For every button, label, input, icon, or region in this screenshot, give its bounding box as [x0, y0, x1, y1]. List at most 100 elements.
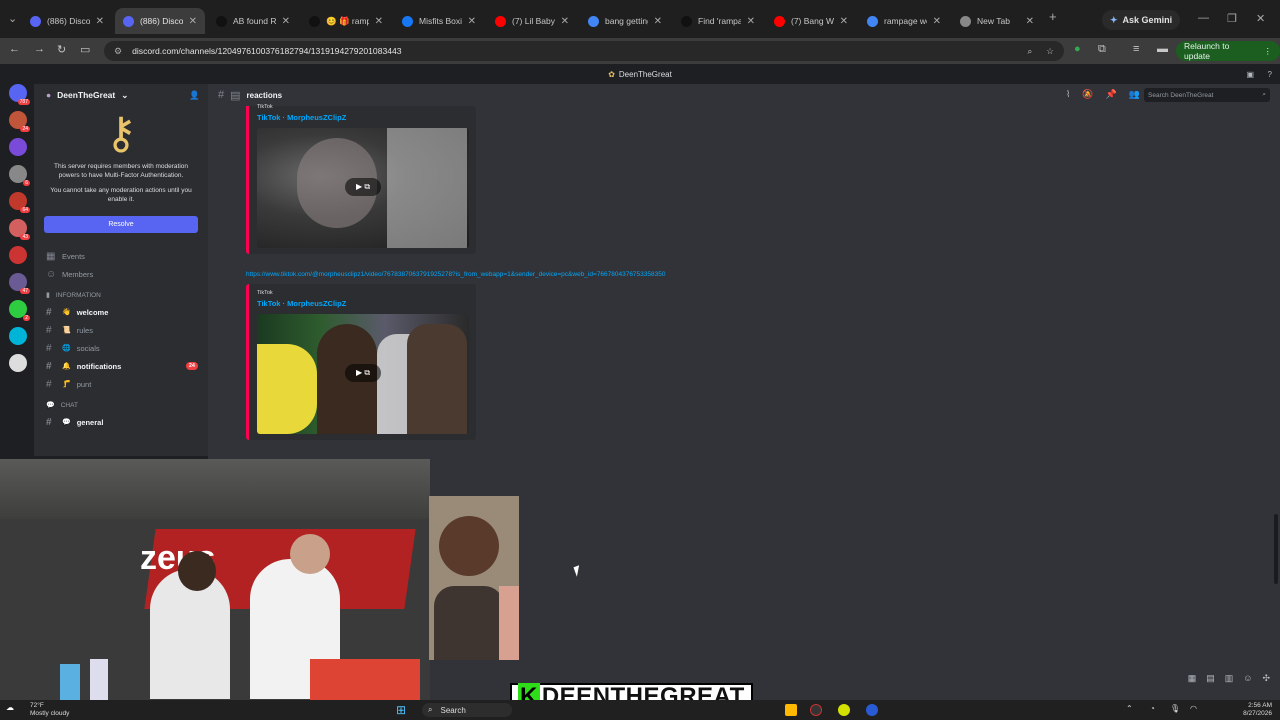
minimize-button[interactable]: — [1198, 12, 1209, 24]
tab-close-icon[interactable]: ✕ [189, 16, 197, 27]
pin-icon[interactable]: 📌 [1106, 89, 1117, 100]
side-panel-icon[interactable]: ▭ [80, 43, 90, 56]
browser-tab[interactable]: (886) Discord ✕ [22, 8, 112, 34]
sticker-icon[interactable]: ▥ [1225, 673, 1234, 684]
server-icon[interactable]: 787 [9, 84, 30, 105]
browser-tab[interactable]: (886) Discord ✕ [115, 8, 205, 34]
server-icon[interactable]: 43 [9, 219, 30, 240]
browser-tab[interactable]: New Tab ✕ [952, 8, 1042, 34]
gift-icon[interactable]: ▦ [1188, 673, 1197, 684]
tab-close-icon[interactable]: ✕ [1026, 16, 1034, 27]
tab-close-icon[interactable]: ✕ [654, 16, 662, 27]
emoji-icon[interactable]: ☺ [1243, 673, 1252, 684]
wifi-icon[interactable]: ◠ [1190, 704, 1197, 713]
server-icon[interactable] [9, 246, 27, 264]
back-icon[interactable]: ← [9, 43, 20, 55]
close-window-button[interactable]: ✕ [1256, 12, 1265, 25]
inbox-icon[interactable]: ▣ [1246, 70, 1254, 79]
server-icon[interactable]: 2 [9, 300, 30, 321]
play-icon[interactable]: ▶ ⧉ [345, 364, 381, 382]
channel-socials[interactable]: # 🌐 socials [34, 339, 208, 357]
channel-punt[interactable]: # 🦵 punt [34, 375, 208, 393]
category-chat[interactable]: 💬 CHAT [34, 397, 208, 413]
address-bar[interactable]: ⚙ discord.com/channels/12049761003761827… [104, 41, 1064, 61]
search-input[interactable]: Search DeenTheGreat ⌕ [1144, 88, 1270, 102]
embed-title-link[interactable]: TikTok · MorpheusZClipZ [257, 113, 468, 122]
browser-tab[interactable]: bang getting ✕ [580, 8, 670, 34]
server-icon[interactable] [9, 327, 27, 345]
extensions-puzzle-icon[interactable]: ⧉ [1098, 43, 1106, 56]
events-item[interactable]: ▦ Events [34, 247, 208, 265]
app-icon[interactable] [866, 704, 878, 716]
new-tab-button[interactable]: + [1049, 9, 1057, 24]
channel-general[interactable]: # 💬 general [34, 413, 208, 431]
tiktok-link[interactable]: https://www.tiktok.com/@morpheusclipz1/v… [246, 271, 665, 278]
weather-icon[interactable]: ☁ [6, 703, 26, 717]
message-scrollbar[interactable] [1274, 514, 1278, 584]
channel-notifications[interactable]: # 🔔 notifications 24 [34, 357, 208, 375]
tab-close-icon[interactable]: ✕ [96, 16, 104, 27]
resolve-button[interactable]: Resolve [44, 216, 198, 234]
gif-icon[interactable]: ▤ [1206, 673, 1215, 684]
apps-icon[interactable]: ✣ [1262, 673, 1270, 684]
zoom-icon[interactable]: ⌕ [1027, 46, 1032, 57]
file-explorer-icon[interactable] [785, 704, 797, 716]
network-icon[interactable]: ◔ [1150, 704, 1155, 713]
server-icon[interactable]: 6 [9, 165, 30, 186]
member-list-icon[interactable]: 👥 [1129, 89, 1140, 100]
browser-tab[interactable]: Misfits Boxin ✕ [394, 8, 484, 34]
weather-widget[interactable]: 72°F Mostly cloudy [30, 702, 69, 718]
server-icon[interactable]: 47 [9, 273, 30, 294]
video-thumbnail-1[interactable]: ▶ ⧉ [257, 128, 469, 248]
tab-close-icon[interactable]: ✕ [282, 16, 290, 27]
tab-close-icon[interactable]: ✕ [561, 16, 569, 27]
tab-close-icon[interactable]: ✕ [375, 16, 383, 27]
add-member-icon[interactable]: 👤 [189, 90, 200, 101]
tab-close-icon[interactable]: ✕ [468, 16, 476, 27]
channel-rules[interactable]: # 📜 rules [34, 321, 208, 339]
obs-icon[interactable] [810, 704, 822, 716]
site-info-icon[interactable]: ⚙ [114, 46, 122, 57]
browser-tab[interactable]: rampage we ✕ [859, 8, 949, 34]
tab-search-icon[interactable]: ⌄ [8, 12, 17, 25]
tray-chevron-icon[interactable]: ⌃ [1126, 704, 1133, 713]
maximize-button[interactable]: ❐ [1227, 12, 1237, 25]
channel-welcome[interactable]: # 👋 welcome [34, 303, 208, 321]
tab-close-icon[interactable]: ✕ [933, 16, 941, 27]
play-icon[interactable]: ▶ ⧉ [345, 178, 381, 196]
members-item[interactable]: ☺ Members [34, 265, 208, 283]
norton-icon[interactable] [838, 704, 850, 716]
taskbar-search[interactable]: ⌕ Search [422, 703, 512, 717]
media-icon[interactable]: ≡ [1133, 43, 1139, 55]
ask-gemini-button[interactable]: ✦ Ask Gemini [1102, 10, 1181, 30]
browser-tab[interactable]: (7) Bang Wi ✕ [766, 8, 856, 34]
category-information[interactable]: ▮ INFORMATION [34, 287, 208, 303]
browser-tab[interactable]: AB found Ra ✕ [208, 8, 298, 34]
browser-tab-strip: ⌄ (886) Discord✕(886) Discord✕AB found R… [0, 0, 1280, 40]
menu-dots-icon[interactable]: ⋮ [1264, 46, 1273, 57]
tab-close-icon[interactable]: ✕ [840, 16, 848, 27]
profile-icon[interactable]: ▬ [1157, 43, 1168, 55]
server-icon[interactable] [9, 354, 27, 372]
tab-close-icon[interactable]: ✕ [747, 16, 755, 27]
extension-icon[interactable]: ● [1074, 43, 1081, 55]
reload-icon[interactable]: ↻ [57, 43, 66, 56]
start-button[interactable]: ⊞ [396, 703, 406, 717]
server-icon[interactable]: 24 [9, 111, 30, 132]
bookmark-star-icon[interactable]: ☆ [1046, 46, 1054, 57]
mic-icon[interactable]: 🎙 [1170, 704, 1180, 713]
relaunch-button[interactable]: Relaunch to update ⋮ [1176, 41, 1280, 61]
browser-tab[interactable]: Find 'rampa ✕ [673, 8, 763, 34]
browser-tab[interactable]: 😊 🎁 rampa ✕ [301, 8, 391, 34]
threads-icon[interactable]: ⌇ [1066, 89, 1070, 100]
server-icon[interactable]: 64 [9, 192, 30, 213]
embed-title-link[interactable]: TikTok · MorpheusZClipZ [257, 299, 468, 308]
help-icon[interactable]: ? [1268, 70, 1272, 79]
mute-bell-icon[interactable]: 🔕 [1082, 89, 1093, 100]
video-thumbnail-2[interactable]: ▶ ⧉ [257, 314, 469, 434]
server-icon[interactable] [9, 138, 27, 156]
server-header[interactable]: ● DeenTheGreat ⌄ 👤 [34, 84, 208, 106]
forward-icon[interactable]: → [34, 43, 45, 55]
browser-tab[interactable]: (7) Lil Baby & ✕ [487, 8, 577, 34]
clock[interactable]: 2:56 AM 8/27/2026 [1243, 702, 1272, 718]
